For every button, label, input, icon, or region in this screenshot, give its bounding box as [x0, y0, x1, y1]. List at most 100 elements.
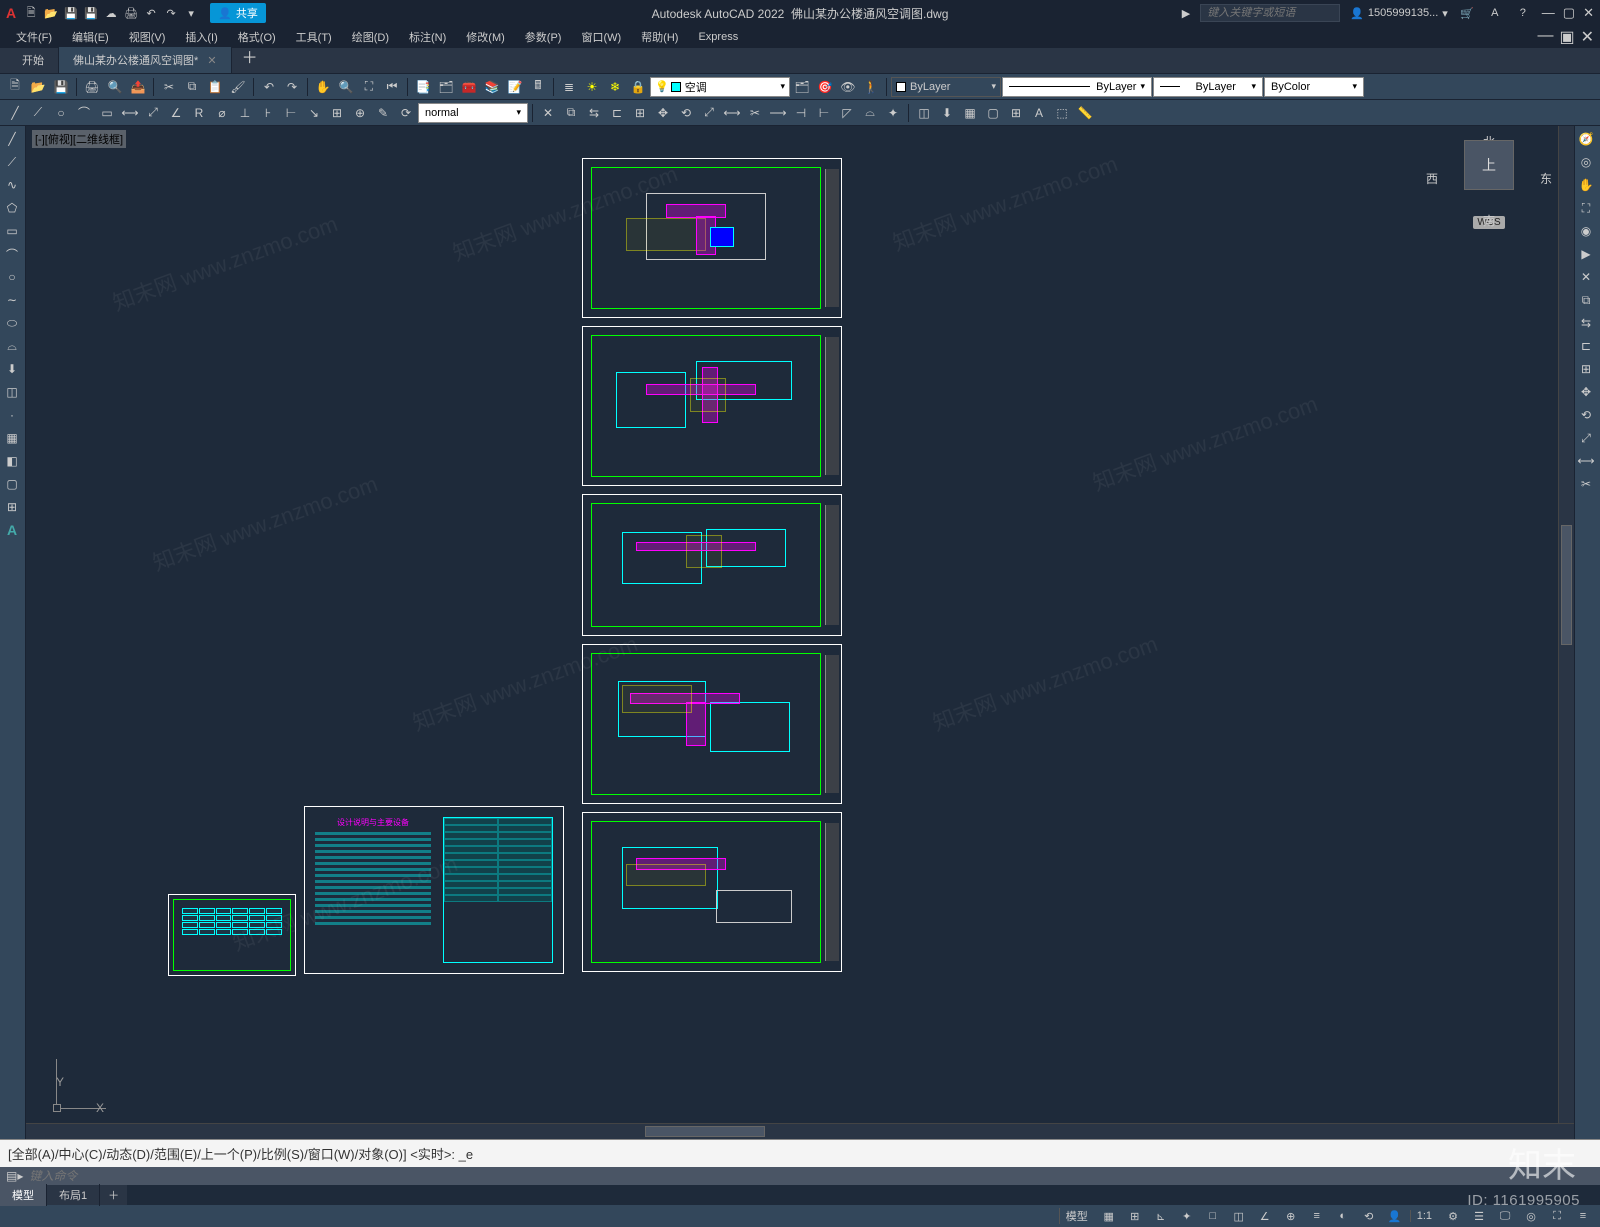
- tool-block-icon[interactable]: ◫: [0, 381, 24, 403]
- tolerance-icon[interactable]: ⊞: [326, 102, 348, 124]
- properties-icon[interactable]: 📑: [412, 76, 434, 98]
- drawing-sheet-legend[interactable]: [168, 894, 296, 976]
- tool-hatch-icon[interactable]: ▦: [0, 427, 24, 449]
- mtext-icon[interactable]: A: [1028, 102, 1050, 124]
- layer-selector[interactable]: 💡 空调 ▾: [650, 77, 790, 97]
- tool-pline-icon[interactable]: ∿: [0, 174, 24, 196]
- region-icon[interactable]: ▢: [982, 102, 1004, 124]
- menu-parametric[interactable]: 参数(P): [515, 26, 572, 48]
- new-icon[interactable]: 🗎: [4, 76, 26, 98]
- layer-match-icon[interactable]: 🎯: [814, 76, 836, 98]
- view-cube[interactable]: 北 西 东 上 南 WCS: [1434, 136, 1544, 229]
- group-icon[interactable]: ⬚: [1051, 102, 1073, 124]
- mod-offset-icon[interactable]: ⊏: [1575, 335, 1597, 357]
- menu-view[interactable]: 视图(V): [119, 26, 176, 48]
- tool-ellipsearc-icon[interactable]: ⌓: [0, 335, 24, 357]
- join-icon[interactable]: ⊢: [813, 102, 835, 124]
- preview-icon[interactable]: 🔍: [104, 76, 126, 98]
- menu-modify[interactable]: 修改(M): [456, 26, 515, 48]
- status-transparency-icon[interactable]: ◐: [1332, 1206, 1354, 1226]
- qat-cloud-icon[interactable]: ☁: [102, 4, 120, 22]
- app-exchange-icon[interactable]: A: [1486, 4, 1504, 22]
- minimize-button[interactable]: —: [1542, 5, 1555, 21]
- vscroll-thumb[interactable]: [1561, 525, 1572, 645]
- layer-freeze-icon[interactable]: ❄: [604, 76, 626, 98]
- tool-xline-icon[interactable]: ⟋: [0, 151, 24, 173]
- mod-array-icon[interactable]: ⊞: [1575, 358, 1597, 380]
- menu-window[interactable]: 窗口(W): [571, 26, 631, 48]
- help-icon[interactable]: ?: [1514, 4, 1532, 22]
- menu-help[interactable]: 帮助(H): [631, 26, 688, 48]
- status-monitor-icon[interactable]: 🖵: [1494, 1206, 1516, 1226]
- qat-dropdown-icon[interactable]: ▾: [182, 4, 200, 22]
- trim-icon[interactable]: ✂: [744, 102, 766, 124]
- tool-gradient-icon[interactable]: ◧: [0, 450, 24, 472]
- dim-angular-icon[interactable]: ∠: [165, 102, 187, 124]
- plot-icon[interactable]: 🖨: [81, 76, 103, 98]
- doc-restore-button[interactable]: ▣: [1559, 27, 1574, 47]
- status-scale-label[interactable]: 1:1: [1410, 1210, 1438, 1222]
- mirror-icon[interactable]: ⇆: [583, 102, 605, 124]
- chamfer-icon[interactable]: ◸: [836, 102, 858, 124]
- tool-region-icon[interactable]: ▢: [0, 473, 24, 495]
- layer-lock-icon[interactable]: 🔒: [627, 76, 649, 98]
- user-menu[interactable]: 👤 1505999135... ▾: [1350, 7, 1448, 20]
- doc-minimize-button[interactable]: —: [1537, 27, 1553, 47]
- mod-scale-icon[interactable]: ⤢: [1575, 427, 1597, 449]
- table-icon[interactable]: ⊞: [1005, 102, 1027, 124]
- measure-icon[interactable]: 📏: [1074, 102, 1096, 124]
- tool-ellipse-icon[interactable]: ⬭: [0, 312, 24, 334]
- qat-redo-icon[interactable]: ↷: [162, 4, 180, 22]
- nav-zoomext-icon[interactable]: ⛶: [1575, 197, 1597, 219]
- toolpalette-icon[interactable]: 🧰: [458, 76, 480, 98]
- command-input[interactable]: [29, 1169, 1594, 1183]
- share-button[interactable]: 👤 共享: [210, 3, 266, 23]
- save-icon[interactable]: 💾: [50, 76, 72, 98]
- line-icon[interactable]: ╱: [4, 102, 26, 124]
- menu-express[interactable]: Express: [688, 28, 748, 46]
- dim-linear-icon[interactable]: ⟷: [119, 102, 141, 124]
- nav-pan-icon[interactable]: ✋: [1575, 174, 1597, 196]
- markup-icon[interactable]: 📝: [504, 76, 526, 98]
- qat-plot-icon[interactable]: 🖨: [122, 4, 140, 22]
- status-isolate-icon[interactable]: ◎: [1520, 1206, 1542, 1226]
- qat-saveas-icon[interactable]: 💾: [82, 4, 100, 22]
- navcube-west[interactable]: 西: [1426, 170, 1438, 187]
- layer-iso-icon[interactable]: 👁: [837, 76, 859, 98]
- vertical-scrollbar[interactable]: [1558, 126, 1574, 1123]
- menu-tools[interactable]: 工具(T): [286, 26, 342, 48]
- tool-point-icon[interactable]: ·: [0, 404, 24, 426]
- file-tab-close-icon[interactable]: ✕: [207, 55, 216, 67]
- dim-edit-icon[interactable]: ✎: [372, 102, 394, 124]
- qat-undo-icon[interactable]: ↶: [142, 4, 160, 22]
- nav-compass-icon[interactable]: 🧭: [1575, 128, 1597, 150]
- menu-dimension[interactable]: 标注(N): [399, 26, 456, 48]
- dim-ord-icon[interactable]: ⊥: [234, 102, 256, 124]
- sheetset-icon[interactable]: 📚: [481, 76, 503, 98]
- dim-dia-icon[interactable]: ⌀: [211, 102, 233, 124]
- nav-showmotion-icon[interactable]: ▶: [1575, 243, 1597, 265]
- block-icon[interactable]: ◫: [913, 102, 935, 124]
- lineweight-selector[interactable]: ByLayer ▾: [1153, 77, 1263, 97]
- layer-states-icon[interactable]: ☀: [581, 76, 603, 98]
- status-cycling-icon[interactable]: ⟲: [1358, 1206, 1380, 1226]
- file-tab-new-button[interactable]: ＋: [232, 39, 268, 73]
- status-clean-icon[interactable]: ⛶: [1546, 1206, 1568, 1226]
- color-selector[interactable]: ByLayer ▾: [891, 77, 1001, 97]
- mod-copy-icon[interactable]: ⧉: [1575, 289, 1597, 311]
- scale-icon[interactable]: ⤢: [698, 102, 720, 124]
- drawing-canvas[interactable]: [-][俯视][二维线框] 北 西 东 上 南 WCS: [26, 126, 1574, 1139]
- break-icon[interactable]: ⊣: [790, 102, 812, 124]
- paste-icon[interactable]: 📋: [204, 76, 226, 98]
- status-3dosnap-icon[interactable]: ◫: [1228, 1206, 1250, 1226]
- help-search-input[interactable]: [1200, 4, 1340, 22]
- array-icon[interactable]: ⊞: [629, 102, 651, 124]
- arc-icon[interactable]: ⌒: [73, 102, 95, 124]
- fillet-icon[interactable]: ⌓: [859, 102, 881, 124]
- tool-rect-icon[interactable]: ▭: [0, 220, 24, 242]
- drawing-sheet-2[interactable]: [582, 326, 842, 486]
- qat-save-icon[interactable]: 💾: [62, 4, 80, 22]
- zoom-prev-icon[interactable]: ⏮: [381, 76, 403, 98]
- mod-trim-icon[interactable]: ✂: [1575, 473, 1597, 495]
- hscroll-thumb[interactable]: [645, 1126, 765, 1137]
